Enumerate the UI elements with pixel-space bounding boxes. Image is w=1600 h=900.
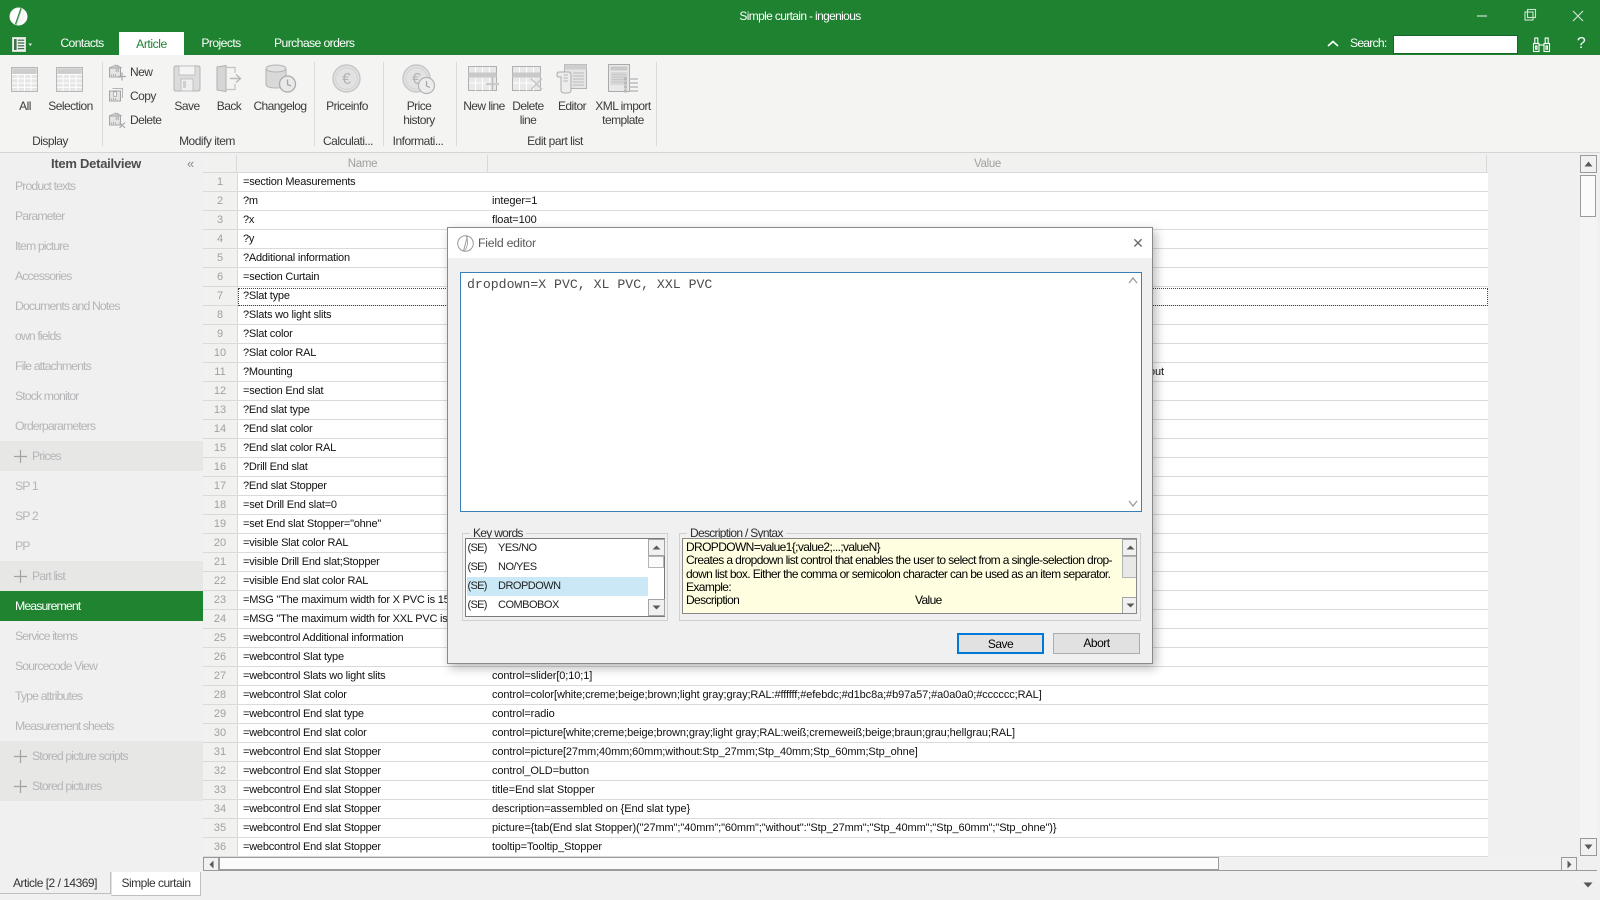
svg-text:€: € [342, 71, 351, 88]
